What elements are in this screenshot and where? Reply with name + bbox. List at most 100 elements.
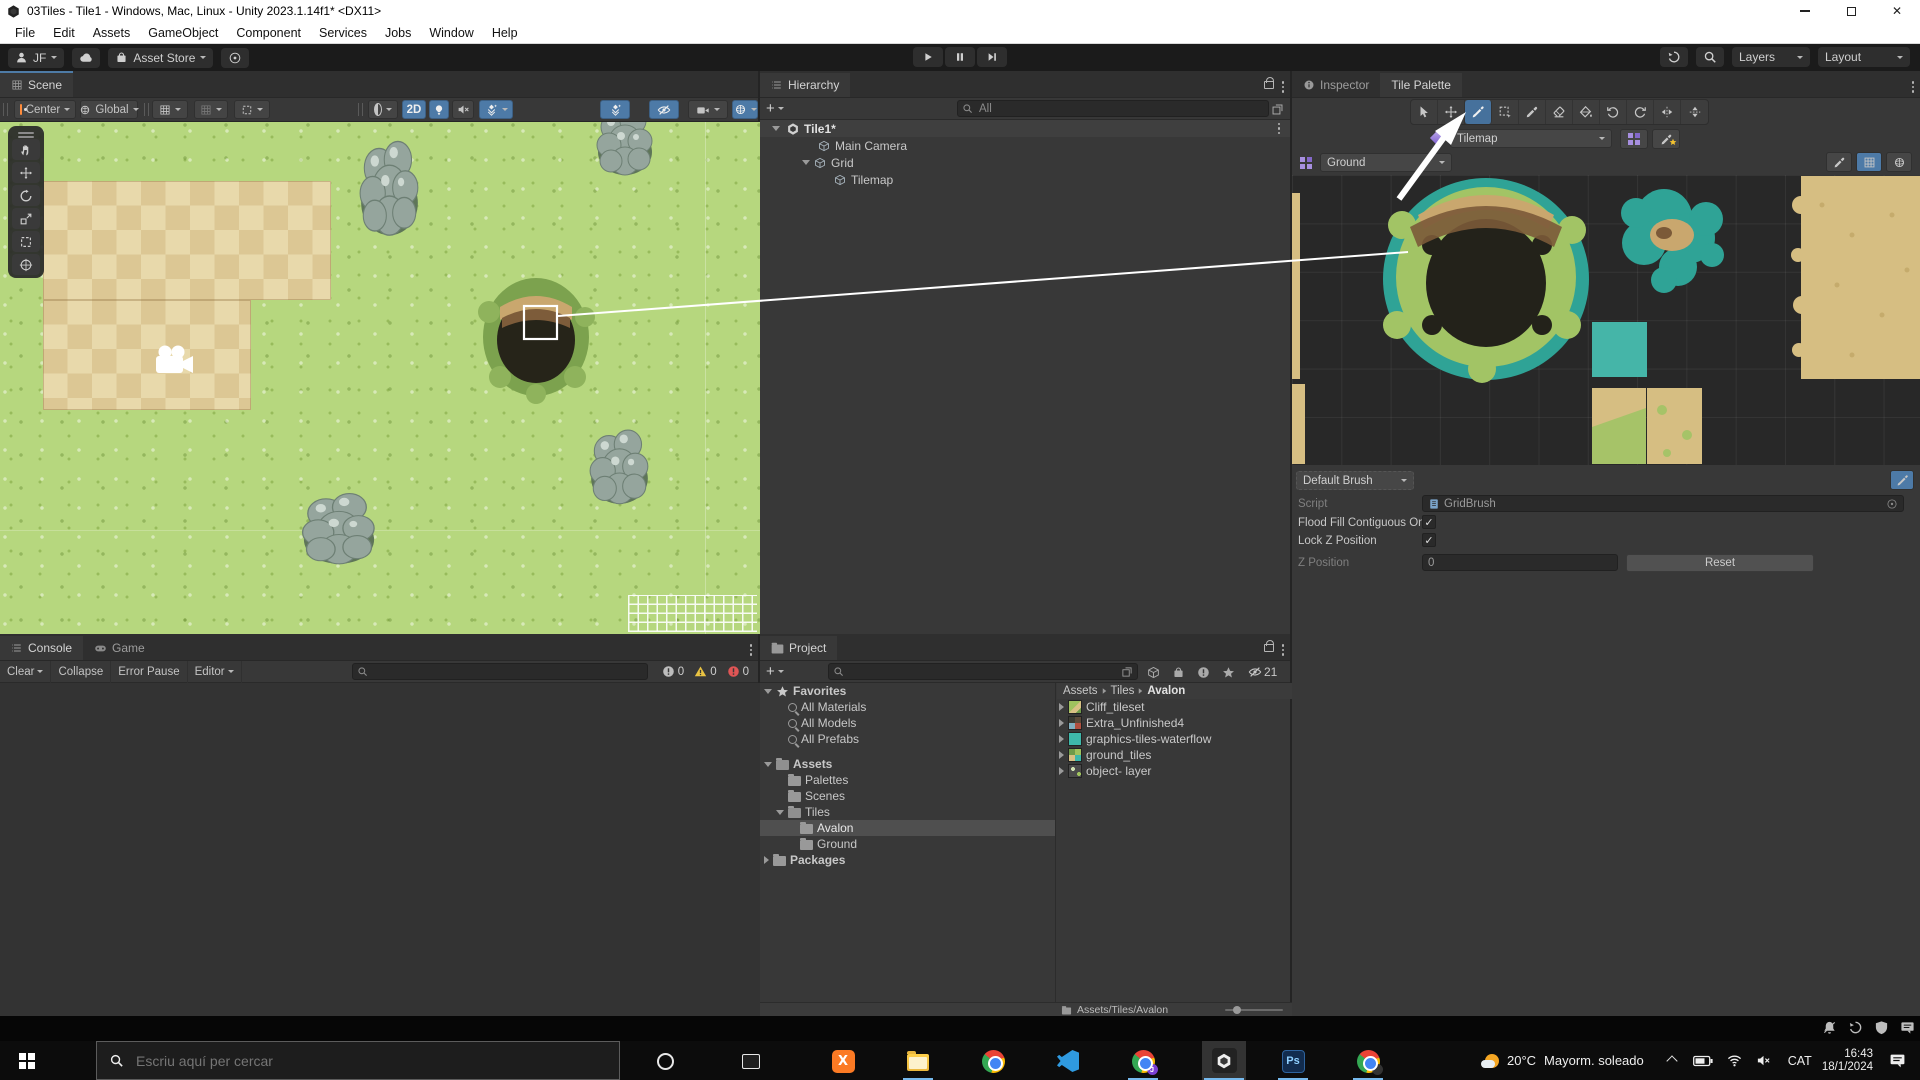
script-object-field[interactable]: GridBrush	[1422, 495, 1904, 512]
project-search-input[interactable]	[848, 665, 1117, 679]
taskbar-photoshop[interactable]: Ps	[1280, 1048, 1306, 1074]
menu-item-component[interactable]: Component	[227, 26, 310, 40]
wifi-icon[interactable]	[1727, 1053, 1742, 1068]
foldout-icon[interactable]	[776, 810, 784, 815]
clock[interactable]: 16:43 18/1/2024	[1822, 1048, 1873, 1074]
flip-horizontal-button[interactable]	[1654, 100, 1681, 124]
hierarchy-search-input[interactable]	[977, 102, 1264, 116]
foldout-icon[interactable]	[764, 762, 772, 767]
menu-item-assets[interactable]: Assets	[84, 26, 140, 40]
fill-tool-button[interactable]	[1573, 100, 1600, 124]
thumbnail-size-slider[interactable]	[1225, 1009, 1283, 1011]
hierarchy-scene-row[interactable]: Tile1*	[760, 120, 1290, 137]
console-log-area[interactable]	[0, 683, 760, 1016]
reset-button[interactable]: Reset	[1626, 554, 1814, 572]
file-object-layer[interactable]: object- layer	[1057, 763, 1292, 779]
gizmos-toggle-button[interactable]	[1886, 152, 1912, 172]
close-button[interactable]: ✕	[1874, 0, 1920, 22]
weather-widget[interactable]: 20°C Mayorm. soleado	[1485, 1053, 1644, 1068]
warning-count-badge[interactable]: 0	[689, 665, 721, 678]
overlay-effects-button[interactable]	[600, 100, 630, 119]
lock-icon[interactable]	[1264, 644, 1274, 652]
search-by-type-button[interactable]	[1147, 664, 1160, 678]
flood-fill-checkbox[interactable]: ✓	[1422, 515, 1436, 529]
tree-folder-avalon[interactable]: Avalon	[760, 820, 1055, 836]
info-count-badge[interactable]: 0	[657, 665, 689, 678]
tree-folder-scenes[interactable]: Scenes	[760, 788, 1055, 804]
pause-button[interactable]	[945, 47, 975, 67]
project-search[interactable]	[828, 663, 1138, 680]
lock-z-checkbox[interactable]: ✓	[1422, 533, 1436, 547]
tray-bell-icon[interactable]	[1822, 1020, 1837, 1035]
error-pause-button[interactable]: Error Pause	[111, 661, 187, 683]
slider-knob[interactable]	[1233, 1006, 1241, 1014]
foldout-icon[interactable]	[1059, 735, 1064, 743]
play-button[interactable]	[913, 47, 943, 67]
layout-dropdown[interactable]: Layout	[1818, 47, 1910, 67]
breadcrumb-tiles[interactable]: Tiles	[1111, 685, 1135, 697]
rotate-ccw-button[interactable]	[1600, 100, 1627, 124]
tree-assets[interactable]: Assets	[760, 756, 1055, 772]
2d-mode-button[interactable]: 2D	[402, 100, 426, 119]
clear-button[interactable]: Clear	[0, 661, 51, 683]
grid-snap-increment-button[interactable]	[194, 100, 228, 119]
lock-icon[interactable]	[1264, 81, 1274, 89]
services-button[interactable]	[221, 48, 249, 68]
foldout-icon[interactable]	[772, 126, 780, 131]
tray-sync-icon[interactable]	[1848, 1020, 1863, 1035]
brush-settings-button[interactable]	[1890, 470, 1914, 490]
camera-settings-button[interactable]	[688, 100, 728, 119]
rect-tool-button[interactable]	[12, 231, 40, 252]
battery-icon[interactable]	[1693, 1055, 1713, 1067]
foldout-icon[interactable]	[1059, 719, 1064, 727]
transform-tool-button[interactable]	[12, 254, 40, 275]
editor-dropdown[interactable]: Editor	[188, 661, 242, 683]
active-palette-dropdown[interactable]: Tilemap	[1450, 129, 1612, 148]
tool-handle-pivot-button[interactable]: Center	[14, 100, 76, 119]
overlay-drag-handle[interactable]	[18, 132, 34, 134]
tab-inspector[interactable]: Inspector	[1292, 73, 1380, 97]
taskbar-unity-active[interactable]	[1202, 1041, 1246, 1080]
menu-item-gameobject[interactable]: GameObject	[139, 26, 227, 40]
hierarchy-item-tilemap[interactable]: Tilemap	[760, 171, 1290, 188]
foldout-icon[interactable]	[764, 856, 769, 864]
pick-tool-button[interactable]	[1519, 100, 1546, 124]
tab-project[interactable]: Project	[760, 636, 837, 660]
volume-mute-icon[interactable]	[1756, 1053, 1771, 1068]
flip-vertical-button[interactable]	[1681, 100, 1708, 124]
cloud-services-button[interactable]	[72, 48, 100, 68]
tree-all-materials[interactable]: All Materials	[760, 699, 1055, 715]
kebab-menu-icon[interactable]	[1282, 81, 1285, 93]
edit-tilemap-button[interactable]	[1826, 152, 1852, 172]
menu-item-edit[interactable]: Edit	[44, 26, 84, 40]
alerts-button[interactable]	[1197, 664, 1210, 678]
move-tool-button[interactable]	[1438, 100, 1465, 124]
create-asset-button[interactable]: +	[766, 663, 784, 680]
taskbar-file-explorer[interactable]	[905, 1048, 931, 1074]
scene-visibility-button[interactable]	[649, 100, 679, 119]
draw-mode-button[interactable]	[368, 100, 398, 119]
tray-chat-icon[interactable]	[1900, 1020, 1915, 1035]
tree-folder-palettes[interactable]: Palettes	[760, 772, 1055, 788]
effects-toggle-button[interactable]	[479, 100, 513, 119]
tab-game[interactable]: Game	[83, 636, 156, 660]
maximize-button[interactable]	[1828, 0, 1874, 22]
console-search[interactable]	[352, 663, 648, 680]
kebab-menu-icon[interactable]	[1912, 81, 1915, 93]
search-button[interactable]	[1696, 47, 1724, 67]
tab-scene[interactable]: Scene	[0, 73, 73, 97]
audio-mute-button[interactable]	[452, 100, 474, 119]
scene-lighting-button[interactable]	[429, 100, 449, 119]
brush-dropdown[interactable]: Default Brush	[1296, 471, 1414, 490]
grid-toggle-button[interactable]	[1856, 152, 1882, 172]
gizmos-button[interactable]	[732, 100, 758, 119]
file-graphics-tiles-waterflow[interactable]: graphics-tiles-waterflow	[1057, 731, 1292, 747]
hierarchy-item-main-camera[interactable]: Main Camera	[760, 137, 1290, 154]
undo-history-button[interactable]	[1660, 47, 1688, 67]
kebab-menu-icon[interactable]	[750, 644, 753, 656]
active-layer-dropdown[interactable]: Ground	[1320, 153, 1452, 172]
hierarchy-item-grid[interactable]: Grid	[760, 154, 1290, 171]
layers-dropdown[interactable]: Layers	[1732, 47, 1810, 67]
tile-palette-canvas[interactable]	[1292, 175, 1920, 465]
tool-handle-rotation-button[interactable]: Global	[80, 100, 138, 119]
